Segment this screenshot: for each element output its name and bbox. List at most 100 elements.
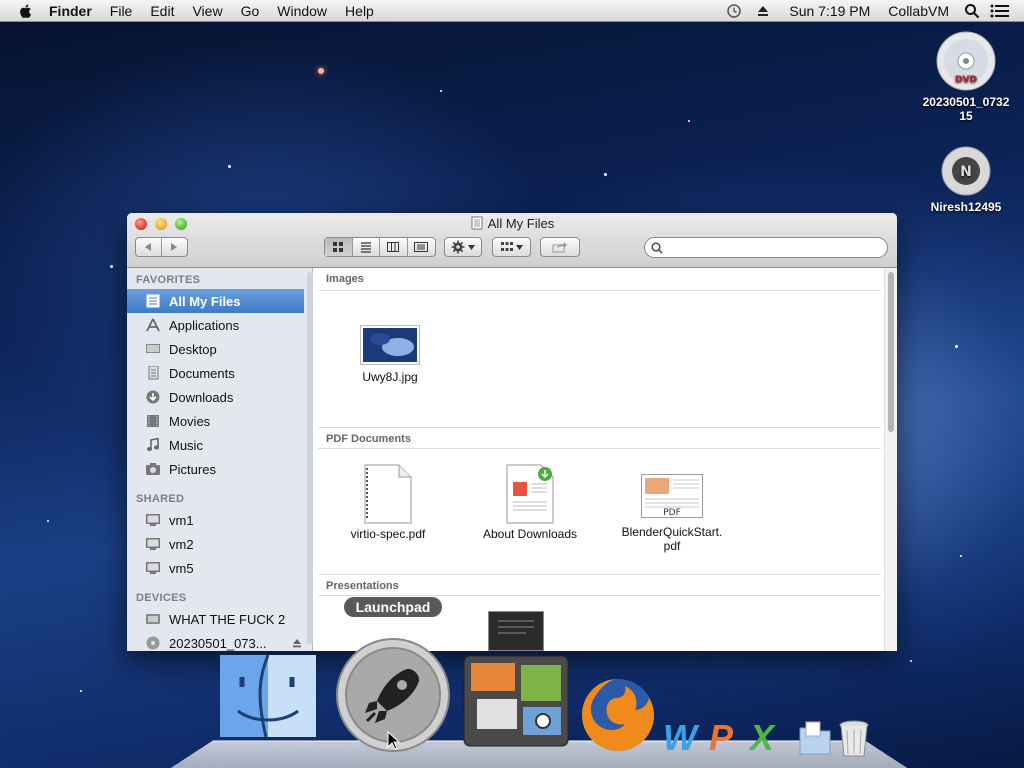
sidebar-item-applications[interactable]: Applications <box>127 313 304 337</box>
section-title-pdf-documents: PDF Documents <box>326 433 411 445</box>
scrollbar-thumb[interactable] <box>888 272 894 432</box>
section-divider <box>318 574 881 575</box>
pdf-document-icon <box>364 464 412 524</box>
mission-control-icon[interactable] <box>463 655 569 747</box>
file-item[interactable]: PDF BlenderQuickStart. pdf <box>612 464 732 553</box>
cover-flow-icon <box>414 242 429 252</box>
section-title-images: Images <box>326 273 364 285</box>
gear-icon <box>451 240 465 254</box>
sidebar-item-hard-drive[interactable]: WHAT THE FUCK 2 <box>127 607 304 631</box>
sidebar-item-pictures[interactable]: Pictures <box>127 457 304 481</box>
share-icon <box>552 242 567 253</box>
notification-center-icon[interactable] <box>990 3 1010 19</box>
file-item[interactable]: About Downloads <box>470 464 590 541</box>
sidebar-item-label: vm1 <box>169 512 194 528</box>
music-icon <box>147 438 159 451</box>
menu-clock[interactable]: Sun 7:19 PM <box>780 3 879 19</box>
forward-button[interactable] <box>162 238 187 256</box>
sidebar-item-downloads[interactable]: Downloads <box>127 385 304 409</box>
sidebar-item-vm5[interactable]: vm5 <box>127 556 304 580</box>
icon-view-button[interactable] <box>325 238 353 256</box>
trash-icon[interactable] <box>838 720 870 758</box>
dvd-icon: DVD <box>936 31 996 91</box>
all-files-icon <box>146 294 160 308</box>
window-toolbar: All My Files <box>127 213 897 268</box>
eject-icon[interactable] <box>756 4 770 18</box>
action-button[interactable] <box>444 237 482 257</box>
column-view-button[interactable] <box>380 238 408 256</box>
star <box>47 520 49 522</box>
desktop-icon-disk-label: Niresh12495 <box>930 200 1002 214</box>
chevron-down-icon <box>468 244 475 250</box>
svg-text:N: N <box>960 164 972 180</box>
documents-stack-icon[interactable] <box>798 720 832 756</box>
forward-arrow-icon <box>171 243 178 251</box>
search-icon <box>651 242 663 254</box>
sidebar-heading-devices: DEVICES <box>136 592 187 604</box>
menu-app-name[interactable]: Finder <box>40 3 101 19</box>
star <box>960 555 962 557</box>
menu-bar: Finder File Edit View Go Window Help Sun… <box>0 0 1024 22</box>
apple-menu-icon[interactable] <box>18 3 34 19</box>
eject-icon[interactable] <box>292 638 302 648</box>
sidebar-item-movies[interactable]: Movies <box>127 409 304 433</box>
spotlight-search-icon[interactable] <box>964 3 980 19</box>
section-title-presentations: Presentations <box>326 580 399 592</box>
section-divider <box>318 448 881 449</box>
section-divider <box>318 290 881 291</box>
sidebar-item-label: Documents <box>169 365 235 381</box>
sidebar-item-label: All My Files <box>169 293 241 309</box>
computer-icon <box>146 562 160 574</box>
share-button[interactable] <box>540 237 580 257</box>
file-item[interactable]: Uwy8J.jpg <box>330 325 450 384</box>
desktop-icon-disk[interactable]: N Niresh12495 <box>920 145 1012 214</box>
powerpoint-icon[interactable]: P <box>703 718 739 758</box>
firefox-icon[interactable] <box>578 675 658 755</box>
menu-edit[interactable]: Edit <box>141 3 183 19</box>
about-downloads-document-icon <box>506 464 554 524</box>
sidebar-scrollbar[interactable] <box>307 272 313 644</box>
sidebar-item-music[interactable]: Music <box>127 433 304 457</box>
file-name-line1: BlenderQuickStart. <box>621 525 723 539</box>
word-icon[interactable]: W <box>662 718 698 758</box>
dock-tooltip: Launchpad <box>344 597 442 617</box>
menu-help[interactable]: Help <box>336 3 383 19</box>
menu-go[interactable]: Go <box>232 3 269 19</box>
arrange-button[interactable] <box>492 237 531 257</box>
sidebar-item-desktop[interactable]: Desktop <box>127 337 304 361</box>
finder-icon[interactable] <box>220 655 316 737</box>
list-view-button[interactable] <box>353 238 380 256</box>
menu-window[interactable]: Window <box>268 3 336 19</box>
cover-flow-view-button[interactable] <box>408 238 435 256</box>
sidebar-item-documents[interactable]: Documents <box>127 361 304 385</box>
applications-icon <box>146 318 160 332</box>
star <box>604 173 607 176</box>
excel-icon[interactable]: X <box>744 718 780 758</box>
column-view-icon <box>387 242 400 252</box>
menu-view[interactable]: View <box>183 3 231 19</box>
optical-disc-icon <box>146 636 160 650</box>
sidebar-item-vm2[interactable]: vm2 <box>127 532 304 556</box>
image-thumbnail-icon <box>360 325 420 365</box>
search-field[interactable] <box>644 237 888 258</box>
chevron-down-icon <box>515 244 523 250</box>
star <box>910 660 912 662</box>
sidebar-item-label: WHAT THE FUCK 2 <box>169 611 286 627</box>
file-item[interactable]: virtio-spec.pdf <box>328 464 448 541</box>
content-scrollbar[interactable] <box>884 268 897 651</box>
section-divider <box>318 427 881 428</box>
desktop-icon-dvd[interactable]: DVD 20230501_073215 <box>920 30 1012 123</box>
sidebar-item-label: vm5 <box>169 560 194 576</box>
sidebar-item-label: Movies <box>169 413 211 429</box>
sidebar-item-all-my-files[interactable]: All My Files <box>127 289 304 313</box>
star <box>318 68 324 74</box>
menu-user[interactable]: CollabVM <box>879 3 958 19</box>
sidebar-item-vm1[interactable]: vm1 <box>127 508 304 532</box>
back-button[interactable] <box>136 238 162 256</box>
sidebar-item-optical-disc[interactable]: 20230501_073... <box>127 631 304 651</box>
star <box>955 345 958 348</box>
star <box>110 265 113 268</box>
menu-file[interactable]: File <box>101 3 142 19</box>
star <box>688 120 690 122</box>
time-machine-icon[interactable] <box>726 3 742 19</box>
